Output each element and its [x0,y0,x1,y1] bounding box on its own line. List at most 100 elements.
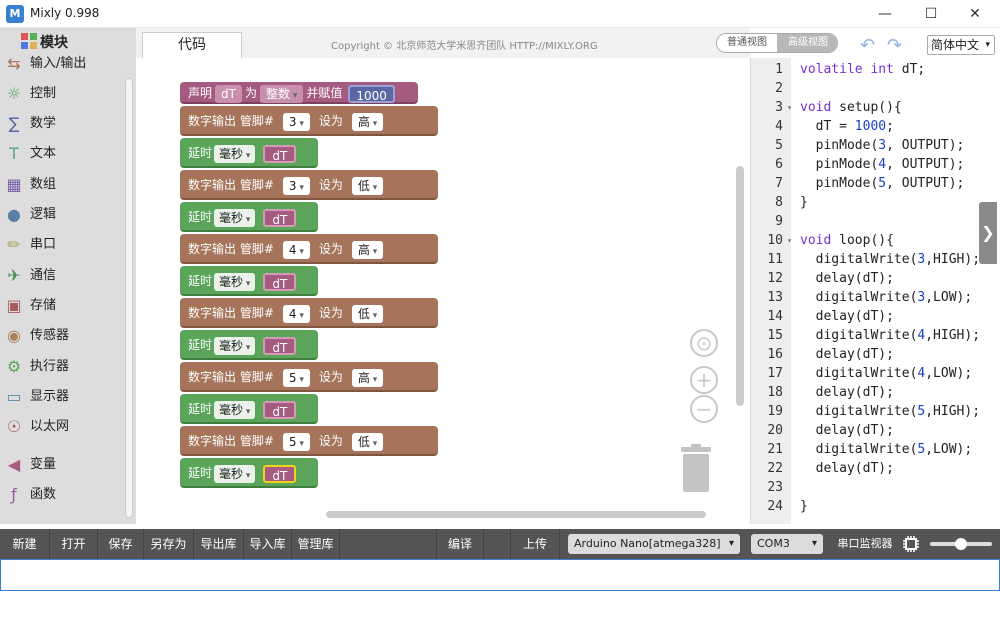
delay-unit-dropdown[interactable]: 毫秒 [214,272,256,291]
board-select[interactable]: Arduino Nano[atmega328] [568,534,740,554]
code-line[interactable]: void setup(){ [800,98,902,117]
zoom-out-icon[interactable]: − [690,395,718,423]
toolbox-scrollbar[interactable] [125,78,133,518]
redo-icon[interactable]: ↷ [887,35,902,56]
declare-value[interactable]: 1000 [348,84,395,103]
delay-var[interactable]: dT [263,144,297,163]
delay-block[interactable]: 延时毫秒 dT [180,458,318,488]
code-line[interactable]: delay(dT); [800,307,894,326]
delay-unit-dropdown[interactable]: 毫秒 [214,400,256,419]
code-line[interactable]: dT = 1000; [800,117,894,136]
code-line[interactable]: pinMode(4, OUTPUT); [800,155,965,174]
new-button[interactable]: 新建 [0,529,50,559]
code-panel[interactable]: 1 volatile int dT; 23 void setup(){4 dT = 1… [750,58,998,524]
language-select[interactable]: 简体中文 ▾ [927,35,995,55]
zoom-slider-handle[interactable] [955,538,967,550]
export-library-button[interactable]: 导出库 [194,529,244,559]
delay-block[interactable]: 延时毫秒 dT [180,330,318,360]
digital-write-block[interactable]: 数字输出 管脚# 4 设为低 [180,298,438,328]
toolbox-category-5[interactable]: ● 逻辑 [0,201,124,229]
level-dropdown[interactable]: 低 [351,304,384,323]
toolbox-category-8[interactable]: ▣ 存储 [0,292,124,320]
declare-type-dropdown[interactable]: 整数 [259,84,304,103]
tab-code[interactable]: 代码 [142,32,242,58]
center-icon[interactable]: ⊙ [690,329,718,357]
toolbox-category-4[interactable]: ▦ 数组 [0,171,124,199]
toolbox-category-0[interactable]: ⇆ 输入/输出 [0,50,124,78]
delay-unit-dropdown[interactable]: 毫秒 [214,144,256,163]
port-select[interactable]: COM3 [751,534,823,554]
delay-block[interactable]: 延时毫秒 dT [180,202,318,232]
toolbox-category-10[interactable]: ⚙ 执行器 [0,353,124,381]
import-library-button[interactable]: 导入库 [244,529,292,559]
delay-block[interactable]: 延时毫秒 dT [180,266,318,296]
code-line[interactable]: digitalWrite(3,HIGH); [800,250,980,269]
pin-dropdown[interactable]: 5 [282,368,310,387]
toolbox-category-1[interactable]: ☼ 控制 [0,80,124,108]
manage-library-button[interactable]: 管理库 [292,529,340,559]
minimize-button[interactable]: — [862,0,908,28]
pin-dropdown[interactable]: 3 [282,112,310,131]
code-line[interactable]: digitalWrite(5,HIGH); [800,402,980,421]
code-line[interactable]: } [800,193,808,212]
digital-write-block[interactable]: 数字输出 管脚# 3 设为低 [180,170,438,200]
toolbox-category-6[interactable]: ✏ 串口 [0,231,124,259]
open-button[interactable]: 打开 [50,529,98,559]
blocks-workspace[interactable]: 声明dT为整数并赋值1000数字输出 管脚#3设为高延时毫秒dT数字输出 管脚#… [136,58,750,524]
code-line[interactable]: pinMode(3, OUTPUT); [800,136,965,155]
level-dropdown[interactable]: 低 [351,432,384,451]
code-line[interactable]: delay(dT); [800,421,894,440]
toolbox-category-9[interactable]: ◉ 传感器 [0,322,124,350]
delay-var[interactable]: dT [263,464,297,483]
code-line[interactable]: delay(dT); [800,383,894,402]
digital-write-block[interactable]: 数字输出 管脚# 3 设为高 [180,106,438,136]
pin-dropdown[interactable]: 4 [282,240,310,259]
workspace-horizontal-scrollbar[interactable] [326,511,706,518]
pin-dropdown[interactable]: 3 [282,176,310,195]
code-line[interactable]: void loop(){ [800,231,894,250]
level-dropdown[interactable]: 低 [351,176,384,195]
delay-block[interactable]: 延时毫秒 dT [180,138,318,168]
normal-view-button[interactable]: 普通视图 [717,34,777,52]
toolbox-category-3[interactable]: T 文本 [0,140,124,168]
delay-unit-dropdown[interactable]: 毫秒 [214,208,256,227]
trash-icon[interactable] [679,444,713,492]
upload-button[interactable]: 上传 [510,529,560,559]
save-as-button[interactable]: 另存为 [144,529,194,559]
digital-write-block[interactable]: 数字输出 管脚# 4 设为高 [180,234,438,264]
delay-var[interactable]: dT [263,272,297,291]
toolbox-category-12[interactable]: ☉ 以太网 [0,413,124,441]
level-dropdown[interactable]: 高 [351,112,384,131]
declare-variable-block[interactable]: 声明dT为整数并赋值 1000 [180,82,418,104]
undo-icon[interactable]: ↶ [860,35,875,56]
code-line[interactable]: delay(dT); [800,345,894,364]
delay-unit-dropdown[interactable]: 毫秒 [214,336,256,355]
level-dropdown[interactable]: 高 [351,368,384,387]
code-line[interactable]: delay(dT); [800,459,894,478]
delay-var[interactable]: dT [263,336,297,355]
code-line[interactable]: digitalWrite(5,LOW); [800,440,973,459]
digital-write-block[interactable]: 数字输出 管脚# 5 设为高 [180,362,438,392]
code-line[interactable]: delay(dT); [800,269,894,288]
code-line[interactable]: volatile int dT; [800,60,925,79]
level-dropdown[interactable]: 高 [351,240,384,259]
pin-dropdown[interactable]: 4 [282,304,310,323]
code-line[interactable]: digitalWrite(4,LOW); [800,364,973,383]
zoom-in-icon[interactable]: + [690,366,718,394]
toolbox-category-11[interactable]: ▭ 显示器 [0,383,124,411]
toolbox-category-2[interactable]: ∑ 数学 [0,110,124,138]
digital-write-block[interactable]: 数字输出 管脚# 5 设为低 [180,426,438,456]
code-line[interactable]: pinMode(5, OUTPUT); [800,174,965,193]
delay-var[interactable]: dT [263,208,297,227]
code-line[interactable]: digitalWrite(3,LOW); [800,288,973,307]
pin-dropdown[interactable]: 5 [282,432,310,451]
delay-block[interactable]: 延时毫秒 dT [180,394,318,424]
advanced-view-button[interactable]: 高级视图 [777,34,837,52]
delay-unit-dropdown[interactable]: 毫秒 [214,464,256,483]
compile-button[interactable]: 编译 [436,529,484,559]
code-line[interactable]: digitalWrite(4,HIGH); [800,326,980,345]
code-line[interactable]: } [800,497,808,516]
chip-icon[interactable] [902,535,920,553]
close-button[interactable]: ✕ [952,0,998,28]
toolbox-category-14[interactable]: ƒ 函数 [0,481,124,509]
